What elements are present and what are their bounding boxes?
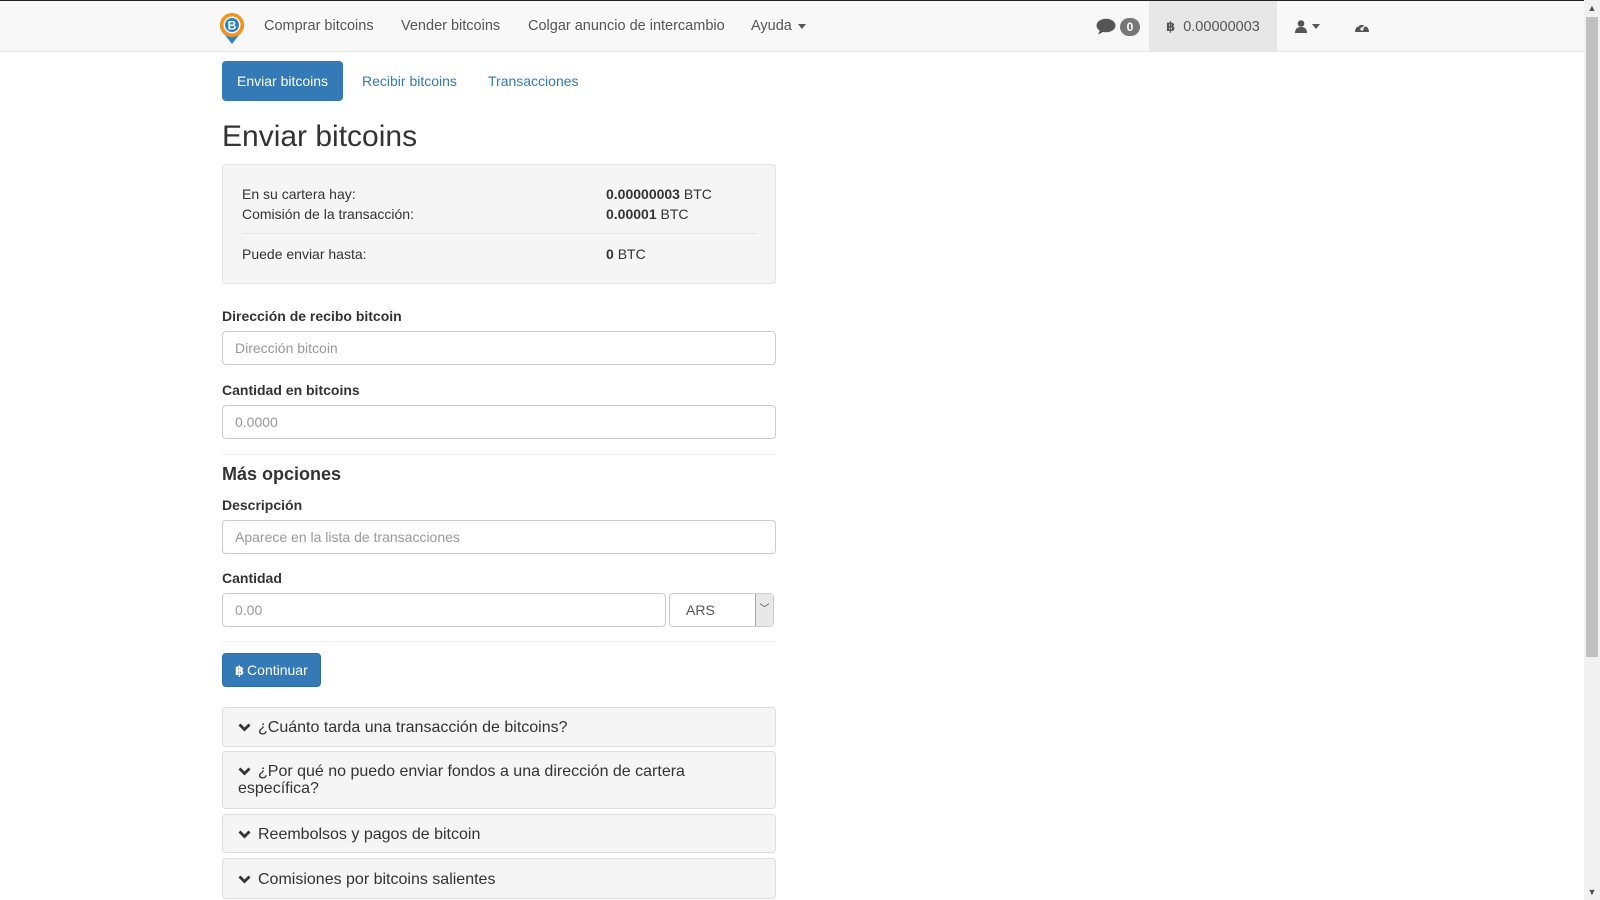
wallet-balance-button[interactable]: ฿ 0.00000003 [1149, 1, 1277, 52]
nav-help-dropdown[interactable]: Ayuda [751, 18, 806, 34]
description-label: Descripción [222, 497, 303, 513]
faq-title-text: Reembolsos y pagos de bitcoin [258, 826, 481, 843]
page-title: Enviar bitcoins [222, 120, 418, 153]
nav-sell-bitcoins[interactable]: Vender bitcoins [401, 18, 500, 34]
continue-button-label: Continuar [247, 662, 308, 678]
dashboard-button[interactable] [1340, 1, 1384, 52]
caret-down-icon [797, 23, 806, 29]
divider [222, 454, 776, 455]
tab-transactions[interactable]: Transacciones [473, 61, 594, 101]
nav-post-trade[interactable]: Colgar anuncio de intercambio [528, 18, 725, 34]
divider [222, 641, 776, 642]
balance-label: En su cartera hay: [242, 186, 356, 202]
currency-selected-value: ARS [686, 602, 715, 618]
max-send-label: Puede enviar hasta: [242, 246, 367, 262]
faq-title-text: ¿Por qué no puedo enviar fondos a una di… [238, 763, 685, 797]
fee-value: 0.00001 BTC [606, 206, 689, 222]
chevron-down-icon [238, 875, 251, 884]
max-send-value: 0 BTC [606, 246, 646, 262]
continue-button[interactable]: ฿ Continuar [222, 653, 321, 687]
faq-title: Comisiones por bitcoins salientes [238, 871, 495, 888]
nav-buy-bitcoins[interactable]: Comprar bitcoins [264, 18, 374, 34]
top-navbar: B Comprar bitcoins Vender bitcoins Colga… [0, 0, 1584, 52]
chevron-down-icon [238, 767, 251, 776]
faq-title: ¿Cuánto tarda una transacción de bitcoin… [238, 719, 568, 736]
faq-item-refunds[interactable]: Reembolsos y pagos de bitcoin [222, 814, 776, 853]
faq-title: ¿Por qué no puedo enviar fondos a una di… [238, 763, 758, 797]
btc-amount-label: Cantidad en bitcoins [222, 382, 360, 398]
max-send-amount: 0 [606, 246, 614, 262]
summary-divider [242, 233, 757, 234]
description-input[interactable] [222, 520, 776, 554]
user-icon [1294, 20, 1307, 33]
fee-amount: 0.00001 [606, 206, 657, 222]
chevron-down-icon [238, 830, 251, 839]
balance-value: 0.00000003 BTC [606, 186, 712, 202]
bitcoin-icon: ฿ [235, 663, 245, 678]
fiat-amount-input[interactable] [222, 593, 666, 627]
fee-unit: BTC [660, 206, 689, 222]
more-options-heading: Más opciones [222, 464, 342, 484]
tab-send-bitcoins[interactable]: Enviar bitcoins [222, 61, 344, 101]
dashboard-gauge-icon [1355, 22, 1369, 32]
faq-item-outgoing-fees[interactable]: Comisiones por bitcoins salientes [222, 858, 776, 899]
svg-text:B: B [228, 19, 237, 33]
scrollbar-thumb[interactable] [1586, 17, 1598, 657]
max-send-unit: BTC [617, 246, 646, 262]
address-label: Dirección de recibo bitcoin [222, 308, 402, 324]
fiat-amount-label: Cantidad [222, 570, 282, 586]
scroll-up-arrow-icon[interactable]: ▲ [1584, 0, 1600, 16]
localbitcoins-logo-icon[interactable]: B [218, 11, 246, 45]
wallet-balance-value: 0.00000003 [1183, 18, 1260, 35]
tab-receive-bitcoins[interactable]: Recibir bitcoins [347, 61, 472, 101]
chevron-down-icon [238, 723, 251, 732]
btc-amount-input[interactable] [222, 405, 776, 439]
user-menu-dropdown[interactable] [1285, 1, 1329, 52]
fee-label: Comisión de la transacción: [242, 206, 414, 222]
faq-title: Reembolsos y pagos de bitcoin [238, 826, 480, 843]
chevron-down-icon: ﹀ [755, 594, 773, 626]
nav-help-label: Ayuda [751, 18, 792, 34]
balance-amount: 0.00000003 [606, 186, 680, 202]
currency-select[interactable]: ARS ﹀ [669, 593, 774, 627]
faq-item-address-restriction[interactable]: ¿Por qué no puedo enviar fondos a una di… [222, 751, 776, 809]
faq-title-text: ¿Cuánto tarda una transacción de bitcoin… [258, 719, 568, 736]
chat-bubble-icon [1096, 18, 1116, 35]
bitcoin-address-input[interactable] [222, 331, 776, 365]
bitcoin-icon: ฿ [1166, 18, 1176, 34]
scroll-down-arrow-icon[interactable]: ▼ [1584, 884, 1600, 900]
faq-item-transaction-time[interactable]: ¿Cuánto tarda una transacción de bitcoin… [222, 707, 776, 747]
faq-title-text: Comisiones por bitcoins salientes [258, 871, 496, 888]
caret-down-icon [1311, 24, 1320, 29]
wallet-summary-panel: En su cartera hay: 0.00000003 BTC Comisi… [222, 164, 776, 284]
balance-unit: BTC [683, 186, 712, 202]
vertical-scrollbar[interactable]: ▲ ▼ [1584, 0, 1600, 900]
messages-button[interactable]: 0 [1082, 1, 1154, 52]
messages-badge: 0 [1120, 17, 1140, 36]
